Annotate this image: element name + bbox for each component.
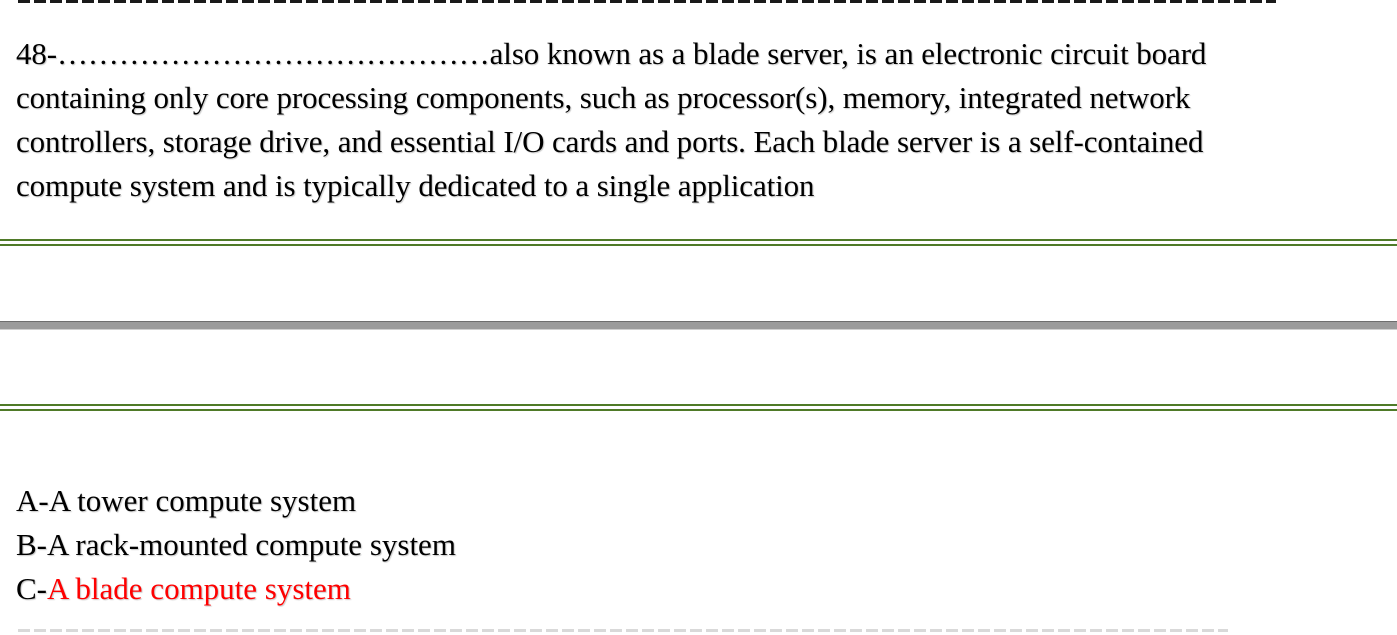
option-b-prefix: B- <box>16 527 47 562</box>
answer-options: A-A tower compute system B-A rack-mounte… <box>16 479 456 611</box>
option-b: B-A rack-mounted compute system <box>16 523 456 567</box>
top-dashed-divider <box>18 0 1276 3</box>
option-b-text: A rack-mounted compute system <box>47 527 456 562</box>
option-a: A-A tower compute system <box>16 479 456 523</box>
green-double-rule-top <box>0 239 1397 246</box>
question-text: 48-……………………………………also known as a blade s… <box>16 32 1286 208</box>
green-double-rule-bottom <box>0 404 1397 411</box>
question-number: 48- <box>16 36 58 71</box>
option-c-prefix: C- <box>16 571 47 606</box>
gray-rule <box>0 321 1397 330</box>
option-a-prefix: A- <box>16 483 49 518</box>
option-c: C-A blade compute system <box>16 567 456 611</box>
option-a-text: A tower compute system <box>48 483 357 518</box>
question-blank: …………………………………… <box>57 36 490 71</box>
bottom-dashed-divider <box>18 629 1228 632</box>
option-c-text-correct-answer: A blade compute system <box>47 571 351 606</box>
